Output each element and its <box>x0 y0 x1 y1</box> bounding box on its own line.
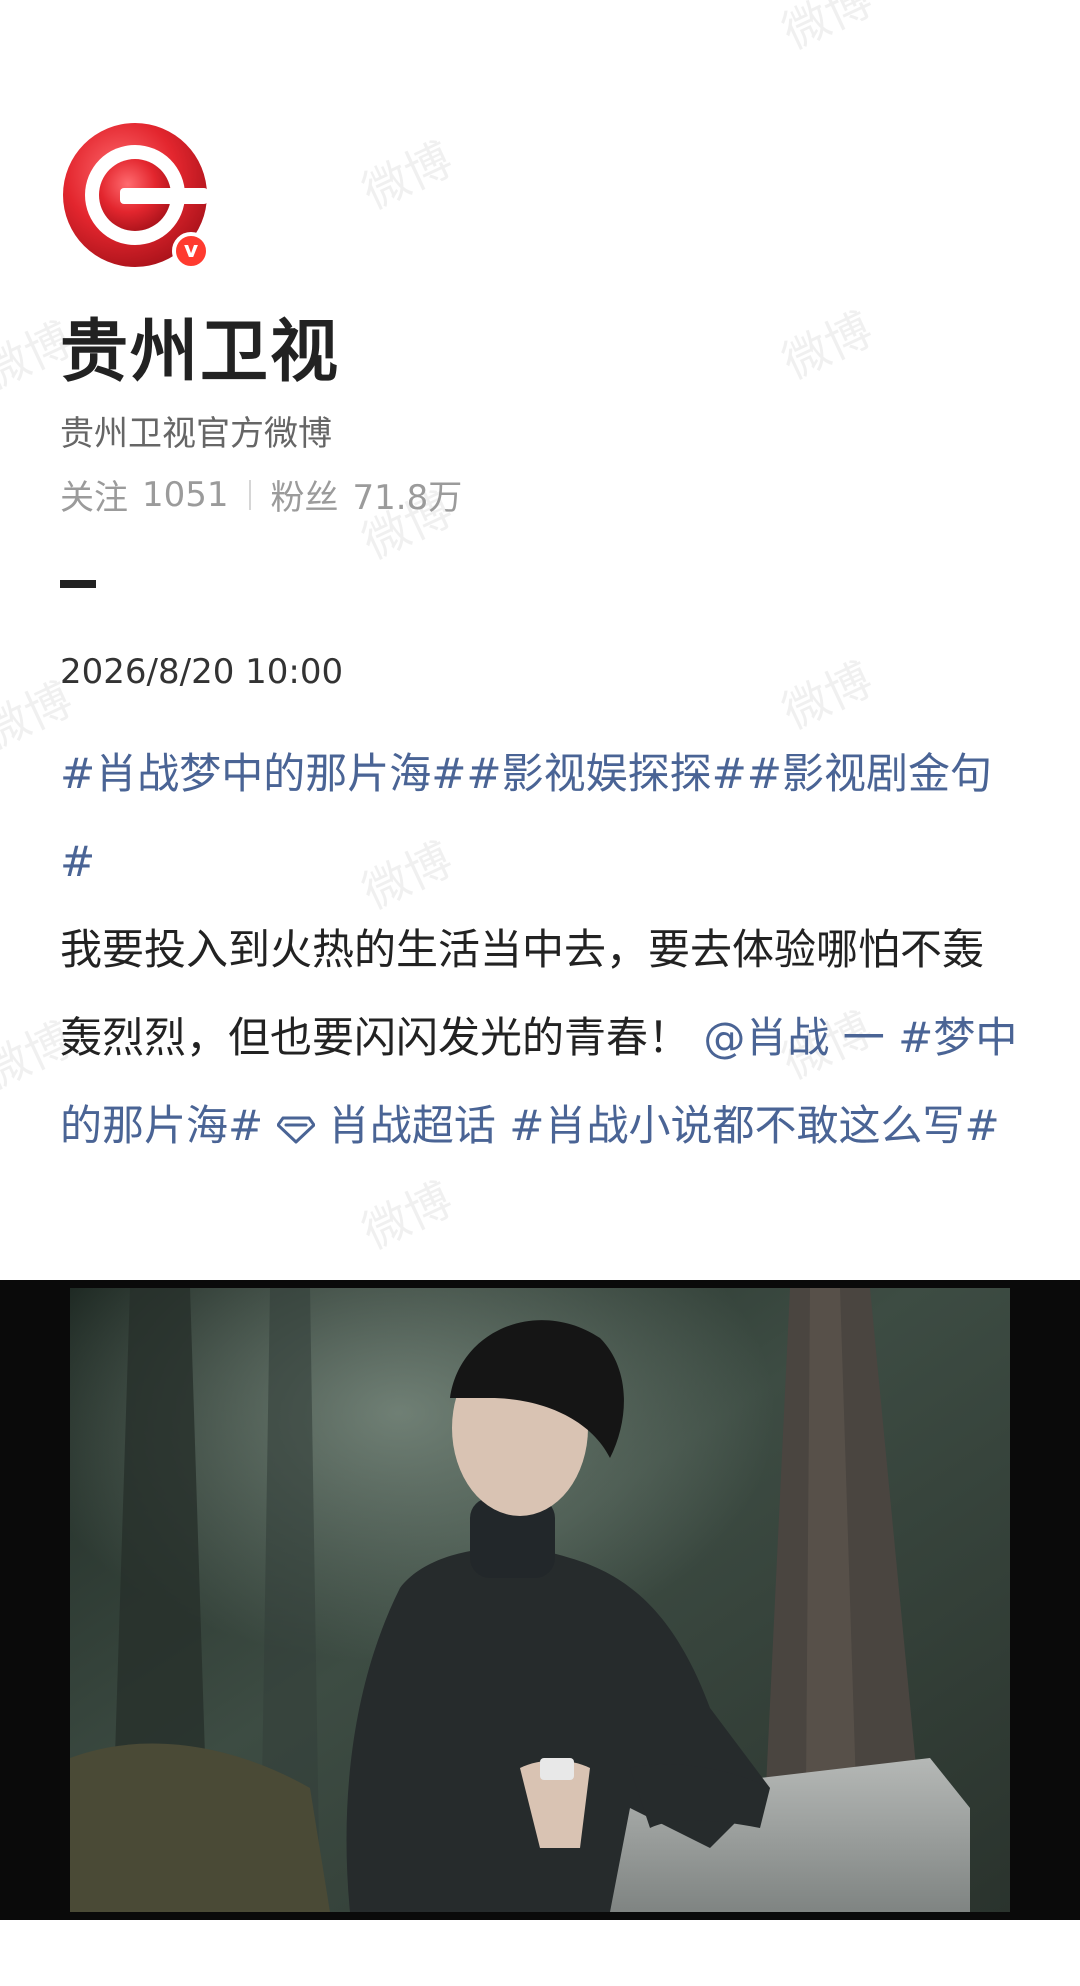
watermark: 微博 <box>774 301 881 390</box>
account-stats: 关注 1051 粉丝 71.8万 <box>60 470 462 519</box>
watermark: 微博 <box>774 651 881 740</box>
account-name[interactable]: 贵州卫视 <box>60 296 340 395</box>
verified-v-icon: v <box>172 232 210 270</box>
hashtag-link[interactable]: #肖战梦中的那片海##影视娱探探##影视剧金句# <box>60 749 992 886</box>
hashtag-link[interactable]: #肖战小说都不敢这么写# <box>509 1101 999 1150</box>
followers-count[interactable]: 71.8万 <box>353 470 463 519</box>
following-label[interactable]: 关注 <box>60 470 128 519</box>
photo <box>70 1288 1010 1912</box>
followers-label[interactable]: 粉丝 <box>271 470 339 519</box>
watermark: 微博 <box>354 1171 461 1260</box>
following-count[interactable]: 1051 <box>142 475 229 515</box>
dash-text: 一 <box>842 1013 885 1062</box>
stats-divider <box>248 479 251 510</box>
section-divider <box>60 580 96 588</box>
mention-link[interactable]: @肖战 <box>703 1013 829 1062</box>
post-text: #肖战梦中的那片海##影视娱探探##影视剧金句# 我要投入到火热的生活当中去，要… <box>60 730 1020 1170</box>
account-description: 贵州卫视官方微博 <box>60 414 332 454</box>
super-topic-link[interactable]: 肖战超话 <box>328 1101 496 1150</box>
post-timestamp: 2026/8/20 10:00 <box>60 652 344 692</box>
post-image[interactable] <box>0 1280 1080 1920</box>
watermark: 微博 <box>774 0 881 60</box>
watermark: 微博 <box>354 131 461 220</box>
diamond-icon <box>276 1116 315 1144</box>
